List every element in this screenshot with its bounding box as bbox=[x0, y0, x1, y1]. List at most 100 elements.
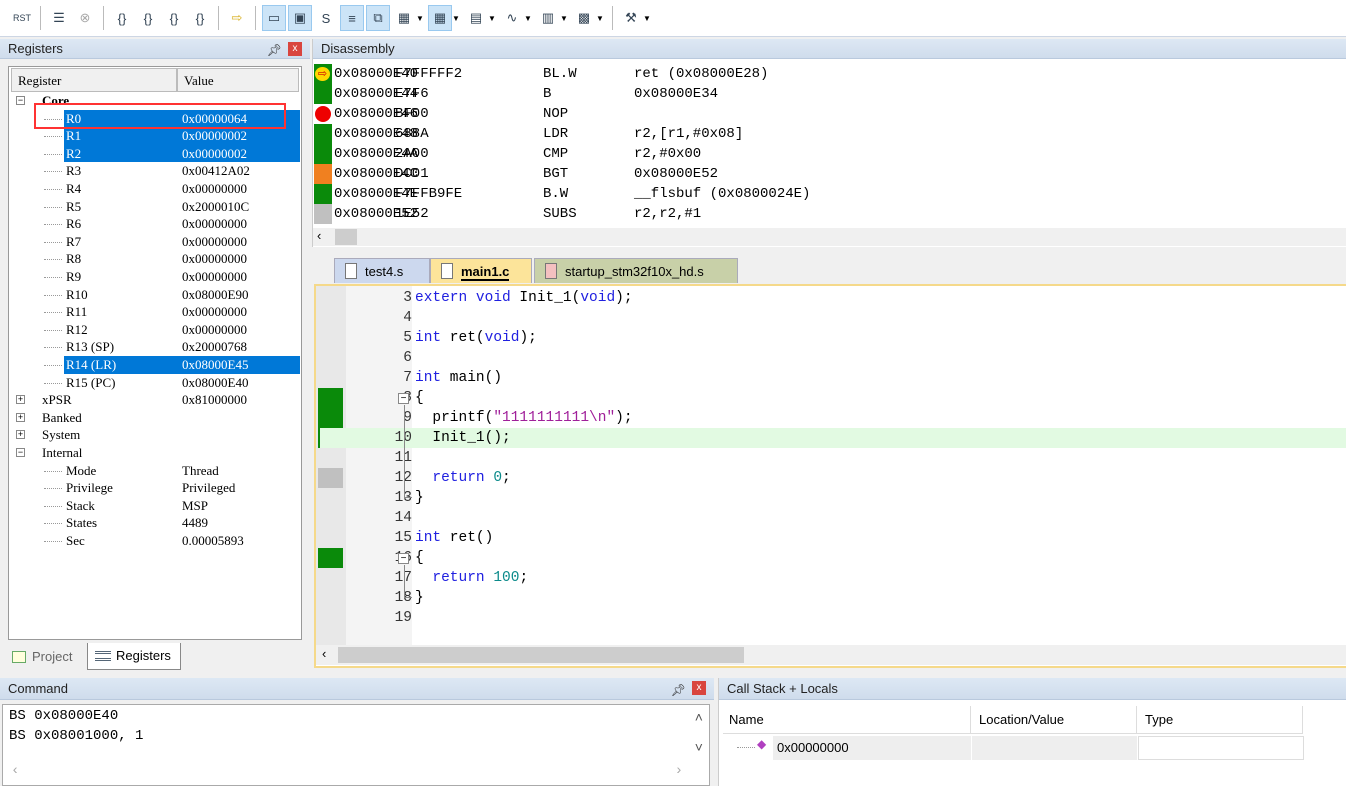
editor-tab[interactable]: main1.c bbox=[430, 258, 532, 283]
step-into-button[interactable]: {} bbox=[110, 5, 134, 31]
register-row[interactable]: + System bbox=[10, 426, 300, 444]
command-window-button[interactable]: ▭ bbox=[262, 5, 286, 31]
col-name[interactable]: Name bbox=[723, 706, 971, 734]
register-row[interactable]: R6 0x00000000 bbox=[10, 215, 300, 233]
tab-project[interactable]: Project bbox=[8, 645, 86, 669]
expand-icon[interactable]: + bbox=[16, 395, 25, 405]
register-row[interactable]: R1 0x00000002 bbox=[10, 127, 300, 145]
code-line[interactable]: 8−{ bbox=[320, 388, 1346, 408]
code-line[interactable]: 10 Init_1(); bbox=[320, 428, 1346, 448]
close-icon[interactable]: x bbox=[288, 42, 302, 56]
register-row[interactable]: + xPSR 0x81000000 bbox=[10, 391, 300, 409]
register-row[interactable]: R12 0x00000000 bbox=[10, 321, 300, 339]
disassembly-row[interactable] bbox=[333, 144, 1343, 164]
code-line[interactable]: 4 bbox=[320, 308, 1346, 328]
disassembly-gutter[interactable] bbox=[314, 164, 332, 184]
register-row[interactable]: Privilege Privileged bbox=[10, 479, 300, 497]
watch-window-button[interactable]: ▦ bbox=[392, 5, 416, 31]
dropdown-arrow-icon[interactable]: ▼ bbox=[452, 14, 462, 23]
scroll-left-icon[interactable]: ‹ bbox=[317, 228, 321, 243]
scroll-down-icon[interactable]: ˅ bbox=[695, 739, 703, 759]
register-row[interactable]: R4 0x00000000 bbox=[10, 180, 300, 198]
close-icon[interactable]: x bbox=[692, 681, 706, 695]
disassembly-row[interactable] bbox=[333, 184, 1343, 204]
trace-window-button[interactable]: ▥ bbox=[536, 5, 560, 31]
dropdown-arrow-icon[interactable]: ▼ bbox=[596, 14, 606, 23]
disassembly-gutter[interactable] bbox=[314, 204, 332, 224]
disassembly-gutter[interactable] bbox=[314, 184, 332, 204]
code-line[interactable]: 15 int ret() bbox=[320, 528, 1346, 548]
tab-registers[interactable]: Registers bbox=[87, 643, 181, 670]
code-line[interactable]: 9 printf("1111111111\n"); bbox=[320, 408, 1346, 428]
code-line[interactable]: 16−{ bbox=[320, 548, 1346, 568]
registers-window-button[interactable]: ≡ bbox=[340, 5, 364, 31]
register-row[interactable]: R8 0x00000000 bbox=[10, 250, 300, 268]
register-row[interactable]: R13 (SP) 0x20000768 bbox=[10, 338, 300, 356]
code-line[interactable]: 13} bbox=[320, 488, 1346, 508]
expand-icon[interactable]: + bbox=[16, 412, 25, 422]
code-line[interactable]: 12 return 0; bbox=[320, 468, 1346, 488]
command-output[interactable]: BS 0x08000E40 BS 0x08001000, 1 ˄ ˅ ‹ › bbox=[2, 704, 710, 786]
scroll-thumb[interactable] bbox=[338, 647, 744, 663]
step-over-button[interactable]: {} bbox=[136, 5, 160, 31]
memory-window-button[interactable]: ▦ bbox=[428, 5, 452, 31]
col-type[interactable]: Type bbox=[1137, 706, 1303, 734]
register-row[interactable]: R15 (PC) 0x08000E40 bbox=[10, 374, 300, 392]
fold-icon[interactable]: − bbox=[398, 553, 409, 564]
register-row[interactable]: R2 0x00000002 bbox=[10, 144, 300, 163]
editor-hscrollbar[interactable]: ‹ bbox=[316, 645, 1346, 665]
disassembly-gutter[interactable] bbox=[314, 84, 332, 104]
disassembly-row[interactable] bbox=[333, 204, 1343, 224]
register-row[interactable]: Stack MSP bbox=[10, 497, 300, 515]
collapse-icon[interactable]: − bbox=[16, 96, 25, 105]
col-value[interactable]: Value bbox=[177, 68, 299, 92]
code-line[interactable]: 19 bbox=[320, 608, 1346, 628]
code-line[interactable]: 3 extern void Init_1(void); bbox=[320, 288, 1346, 308]
register-row[interactable]: − Internal bbox=[10, 444, 300, 462]
col-location[interactable]: Location/Value bbox=[971, 706, 1137, 734]
dropdown-arrow-icon[interactable]: ▼ bbox=[488, 14, 498, 23]
step-out-button[interactable]: {} bbox=[162, 5, 186, 31]
register-row[interactable]: Sec 0.00005893 bbox=[10, 532, 300, 550]
scroll-left-icon[interactable]: ‹ bbox=[322, 646, 326, 661]
stop-button[interactable]: ⊗ bbox=[73, 5, 97, 31]
disassembly-row[interactable] bbox=[333, 64, 1343, 84]
code-line[interactable]: 5 int ret(void); bbox=[320, 328, 1346, 348]
register-row[interactable]: + Banked bbox=[10, 409, 300, 427]
register-row[interactable]: R11 0x00000000 bbox=[10, 303, 300, 321]
col-register[interactable]: Register bbox=[11, 68, 177, 92]
disassembly-gutter[interactable]: ⇨ bbox=[314, 64, 332, 84]
register-row[interactable]: States 4489 bbox=[10, 514, 300, 532]
run-to-cursor-button[interactable]: {} bbox=[188, 5, 212, 31]
disassembly-row[interactable] bbox=[333, 124, 1343, 144]
register-row[interactable]: R7 0x00000000 bbox=[10, 233, 300, 251]
register-row[interactable]: R9 0x00000000 bbox=[10, 268, 300, 286]
collapse-icon[interactable]: − bbox=[16, 448, 25, 457]
serial-window-button[interactable]: ▤ bbox=[464, 5, 488, 31]
toolbox-button[interactable]: ⚒ bbox=[619, 5, 643, 31]
fold-icon[interactable]: − bbox=[398, 393, 409, 404]
scroll-right-icon[interactable]: › bbox=[675, 761, 683, 781]
disassembly-gutter[interactable] bbox=[314, 124, 332, 144]
code-line[interactable]: 7 int main() bbox=[320, 368, 1346, 388]
dropdown-arrow-icon[interactable]: ▼ bbox=[416, 14, 426, 23]
scroll-thumb[interactable] bbox=[335, 229, 357, 245]
analysis-window-button[interactable]: ∿ bbox=[500, 5, 524, 31]
code-line[interactable]: 11 bbox=[320, 448, 1346, 468]
disassembly-gutter[interactable] bbox=[314, 144, 332, 164]
scroll-left-icon[interactable]: ‹ bbox=[11, 761, 19, 781]
register-row[interactable]: R3 0x00412A02 bbox=[10, 162, 300, 180]
pin-icon[interactable]: 📌︎ bbox=[671, 679, 686, 701]
register-row[interactable]: Mode Thread bbox=[10, 462, 300, 480]
disassembly-row[interactable] bbox=[333, 104, 1343, 124]
callstack-row[interactable]: ◆ 0x00000000 bbox=[723, 736, 1305, 760]
editor-tab[interactable]: startup_stm32f10x_hd.s bbox=[534, 258, 738, 283]
editor-tab[interactable]: test4.s bbox=[334, 258, 430, 283]
dropdown-arrow-icon[interactable]: ▼ bbox=[560, 14, 570, 23]
disassembly-window-button[interactable]: ▣ bbox=[288, 5, 312, 31]
code-line[interactable]: 14 bbox=[320, 508, 1346, 528]
register-row[interactable]: R5 0x2000010C bbox=[10, 198, 300, 216]
register-row[interactable]: R14 (LR) 0x08000E45 bbox=[10, 356, 300, 374]
dropdown-arrow-icon[interactable]: ▼ bbox=[524, 14, 534, 23]
dropdown-arrow-icon[interactable]: ▼ bbox=[643, 14, 653, 23]
